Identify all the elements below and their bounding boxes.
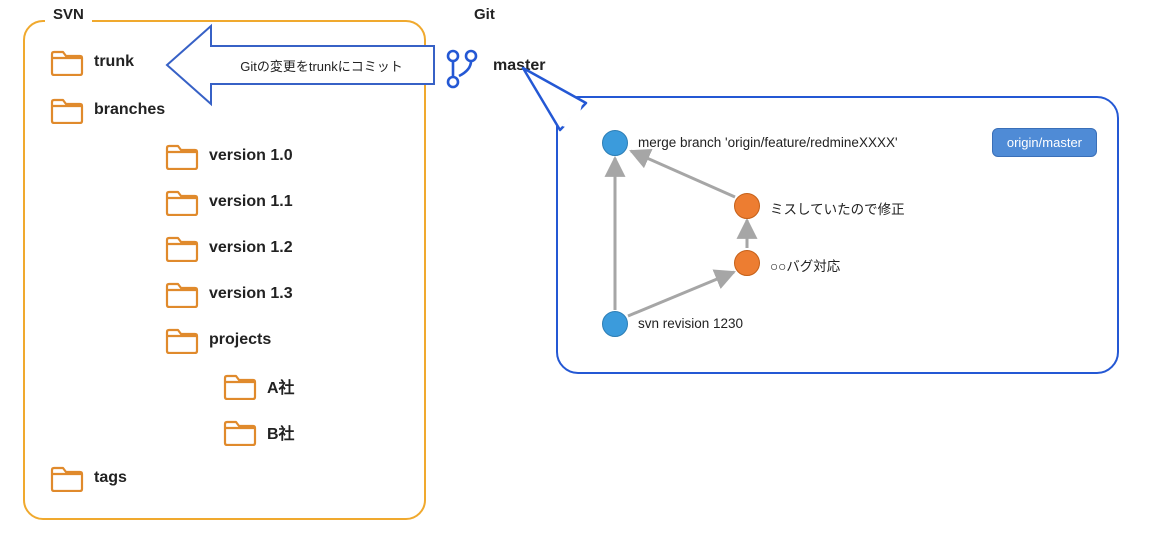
folder-label: tags xyxy=(94,469,127,487)
folder-tags: tags xyxy=(50,464,127,492)
commit-label-bug: ○○バグ対応 xyxy=(770,255,840,275)
commit-arrow: Gitの変更をtrunkにコミット xyxy=(210,45,435,85)
folder-trunk: trunk xyxy=(50,48,134,76)
folder-company-a: A社 xyxy=(223,372,295,400)
folder-label: version 1.1 xyxy=(209,193,293,211)
svn-title: SVN xyxy=(45,6,92,23)
folder-icon xyxy=(165,326,199,354)
folder-icon xyxy=(165,188,199,216)
folder-icon xyxy=(223,372,257,400)
commit-node-svn xyxy=(602,311,628,337)
folder-company-b: B社 xyxy=(223,418,295,446)
commit-label-merge: merge branch 'origin/feature/redmineXXXX… xyxy=(638,135,898,150)
folder-icon xyxy=(165,234,199,262)
folder-label: trunk xyxy=(94,53,134,71)
arrow-label: Gitの変更をtrunkにコミット xyxy=(240,56,403,75)
folder-label: projects xyxy=(209,331,271,349)
folder-label: A社 xyxy=(267,374,295,398)
folder-branches: branches xyxy=(50,96,165,124)
commit-label-svn: svn revision 1230 xyxy=(638,316,743,331)
folder-icon xyxy=(50,96,84,124)
folder-icon xyxy=(50,48,84,76)
folder-label: version 1.3 xyxy=(209,285,293,303)
folder-icon xyxy=(223,418,257,446)
folder-version-1-1: version 1.1 xyxy=(165,188,293,216)
folder-label: branches xyxy=(94,101,165,119)
folder-label: version 1.2 xyxy=(209,239,293,257)
diagram-stage: SVN trunk branches version 1.0 version 1… xyxy=(0,0,1150,541)
folder-label: B社 xyxy=(267,420,295,444)
commit-label-fix: ミスしていたので修正 xyxy=(770,198,905,218)
git-title: Git xyxy=(470,6,499,23)
folder-version-1-0: version 1.0 xyxy=(165,142,293,170)
folder-label: version 1.0 xyxy=(209,147,293,165)
folder-icon xyxy=(165,280,199,308)
commit-balloon: origin/master merge branch 'origin/featu… xyxy=(556,96,1119,374)
commit-node-bug xyxy=(734,250,760,276)
folder-icon xyxy=(165,142,199,170)
folder-icon xyxy=(50,464,84,492)
git-branch-icon xyxy=(445,48,479,90)
commit-node-merge xyxy=(602,130,628,156)
folder-projects: projects xyxy=(165,326,271,354)
folder-version-1-2: version 1.2 xyxy=(165,234,293,262)
commit-node-fix xyxy=(734,193,760,219)
folder-version-1-3: version 1.3 xyxy=(165,280,293,308)
